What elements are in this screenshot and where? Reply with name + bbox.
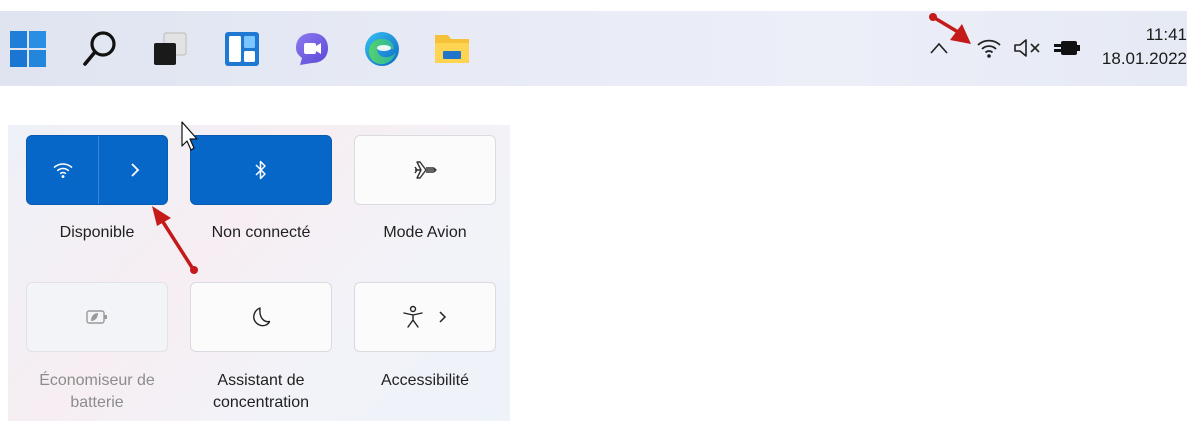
wifi-tile: [26, 135, 168, 205]
airplane-mode-tile-label: Mode Avion: [383, 224, 467, 241]
clock-time: 11:41: [1145, 25, 1187, 44]
file-explorer-icon[interactable]: [432, 29, 472, 69]
battery-saver-icon: [86, 310, 107, 324]
bluetooth-tile[interactable]: [190, 135, 332, 205]
focus-assist-tile[interactable]: [190, 282, 332, 352]
chat-icon[interactable]: [292, 29, 332, 69]
accessibility-icon: [403, 305, 423, 328]
search-icon[interactable]: [80, 29, 120, 69]
quick-settings-panel: Disponible Non connecté Mode Avion Écono…: [8, 125, 510, 421]
focus-assist-tile-label: Assistant de concentration: [212, 372, 310, 411]
chevron-right-icon: [130, 163, 139, 177]
start-icon[interactable]: [8, 29, 48, 69]
battery-saver-tile-label: Économiseur de batterie: [39, 372, 155, 411]
battery-charging-icon[interactable]: [1052, 33, 1082, 63]
wifi-expand-button[interactable]: [99, 136, 170, 204]
clock[interactable]: 11:41 18.01.2022: [1102, 23, 1187, 71]
airplane-mode-tile[interactable]: [354, 135, 496, 205]
volume-muted-icon[interactable]: [1012, 33, 1044, 63]
task-view-icon[interactable]: [150, 29, 190, 69]
moon-icon: [253, 307, 271, 327]
edge-icon[interactable]: [362, 29, 402, 69]
airplane-icon: [414, 161, 437, 179]
wifi-icon: [52, 163, 73, 179]
battery-saver-tile: [26, 282, 168, 352]
taskbar: 11:41 18.01.2022: [0, 11, 1187, 86]
wifi-tile-label: Disponible: [59, 224, 135, 241]
wifi-toggle-button[interactable]: [27, 136, 98, 204]
widgets-icon[interactable]: [222, 29, 262, 69]
accessibility-tile-label: Accessibilité: [380, 372, 470, 389]
bluetooth-icon: [255, 160, 266, 180]
wifi-icon[interactable]: [975, 33, 1003, 63]
bluetooth-tile-label: Non connecté: [211, 224, 311, 241]
clock-date: 18.01.2022: [1101, 49, 1187, 68]
chevron-right-icon: [439, 311, 447, 323]
chevron-up-icon[interactable]: [928, 33, 950, 63]
accessibility-tile[interactable]: [354, 282, 496, 352]
